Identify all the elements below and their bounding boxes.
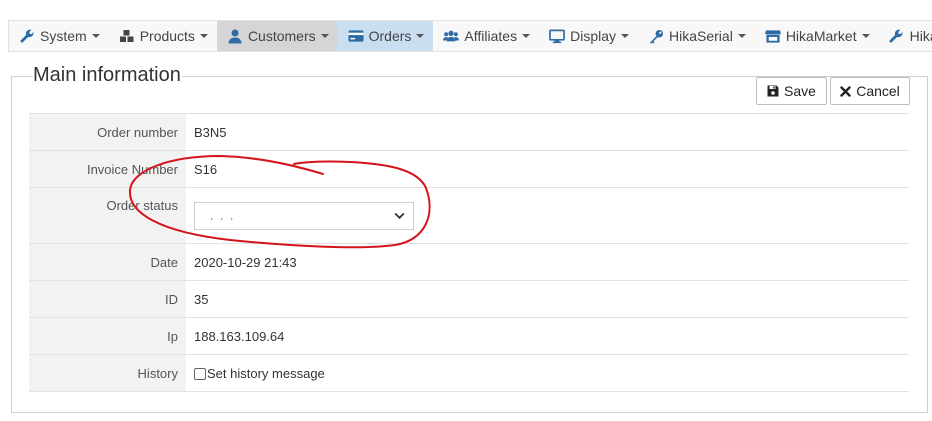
set-history-checkbox[interactable] <box>194 368 206 380</box>
invoice-number-label: Invoice Number <box>29 150 186 188</box>
wrench-icon <box>889 28 905 44</box>
menu-hikaa[interactable]: HikaA <box>879 21 932 51</box>
row-id: ID 35 <box>29 280 909 318</box>
menu-display-label: Display <box>570 28 616 44</box>
menu-affiliates[interactable]: Affiliates <box>433 21 539 51</box>
order-number-value: B3N5 <box>186 113 909 151</box>
save-button-label: Save <box>784 83 816 99</box>
row-order-status: Order status , , , <box>29 187 909 244</box>
menu-customers-label: Customers <box>247 28 316 44</box>
order-status-selected-value: , , , <box>203 210 234 221</box>
row-ip: Ip 188.163.109.64 <box>29 317 909 355</box>
caret-down-icon <box>91 34 100 38</box>
caret-down-icon <box>199 34 208 38</box>
caret-down-icon <box>522 34 531 38</box>
desktop-icon <box>549 28 565 44</box>
wrench-icon <box>19 28 35 44</box>
close-icon <box>840 85 851 97</box>
order-status-cell: , , , <box>186 187 909 244</box>
cubes-icon <box>119 28 135 44</box>
caret-down-icon <box>621 34 629 38</box>
history-label: History <box>29 354 186 392</box>
history-cell: Set history message <box>186 354 909 392</box>
row-date: Date 2020-10-29 21:43 <box>29 243 909 281</box>
menu-system-label: System <box>40 28 87 44</box>
menu-orders[interactable]: Orders <box>337 21 434 51</box>
row-order-number: Order number B3N5 <box>29 113 909 151</box>
menu-system[interactable]: System <box>9 21 109 51</box>
invoice-number-value: S16 <box>186 150 909 188</box>
key-icon <box>648 28 664 44</box>
menu-hikaa-label: HikaA <box>909 28 932 44</box>
user-icon <box>227 28 243 44</box>
cancel-button[interactable]: Cancel <box>830 77 910 105</box>
menu-orders-label: Orders <box>368 28 412 44</box>
order-info-table: Order number B3N5 Invoice Number S16 Ord… <box>29 113 909 392</box>
menu-products[interactable]: Products <box>109 21 217 51</box>
credit-card-icon <box>348 28 364 44</box>
set-history-label[interactable]: Set history message <box>207 366 325 381</box>
caret-down-icon <box>861 34 870 38</box>
id-value: 35 <box>186 280 909 318</box>
cancel-button-label: Cancel <box>856 83 900 99</box>
floppy-disk-icon <box>767 85 779 97</box>
menu-customers[interactable]: Customers <box>216 21 338 51</box>
menu-products-label: Products <box>139 28 195 44</box>
caret-down-icon <box>737 34 746 38</box>
chevron-down-icon <box>394 212 405 220</box>
caret-down-icon <box>416 34 425 38</box>
menu-display[interactable]: Display <box>539 21 638 51</box>
id-label: ID <box>29 280 186 318</box>
section-title: Main information <box>32 64 182 87</box>
ip-value: 188.163.109.64 <box>186 317 909 355</box>
caret-down-icon <box>320 34 329 38</box>
date-label: Date <box>29 243 186 281</box>
store-icon <box>764 28 781 44</box>
order-number-label: Order number <box>29 113 186 151</box>
row-history: History Set history message <box>29 354 909 392</box>
menu-hikaserial-label: HikaSerial <box>669 28 733 44</box>
users-icon <box>443 28 460 44</box>
order-status-select[interactable]: , , , <box>194 201 414 230</box>
row-invoice-number: Invoice Number S16 <box>29 150 909 188</box>
top-menu-bar: System Products Customers Orders Affilia… <box>8 20 932 52</box>
menu-hikaserial[interactable]: HikaSerial <box>638 21 755 51</box>
menu-hikamarket-label: HikaMarket <box>785 28 857 44</box>
menu-hikamarket[interactable]: HikaMarket <box>755 21 879 51</box>
ip-label: Ip <box>29 317 186 355</box>
save-button[interactable]: Save <box>756 77 827 105</box>
date-value: 2020-10-29 21:43 <box>186 243 909 281</box>
order-status-label: Order status <box>29 187 186 244</box>
menu-affiliates-label: Affiliates <box>464 28 518 44</box>
